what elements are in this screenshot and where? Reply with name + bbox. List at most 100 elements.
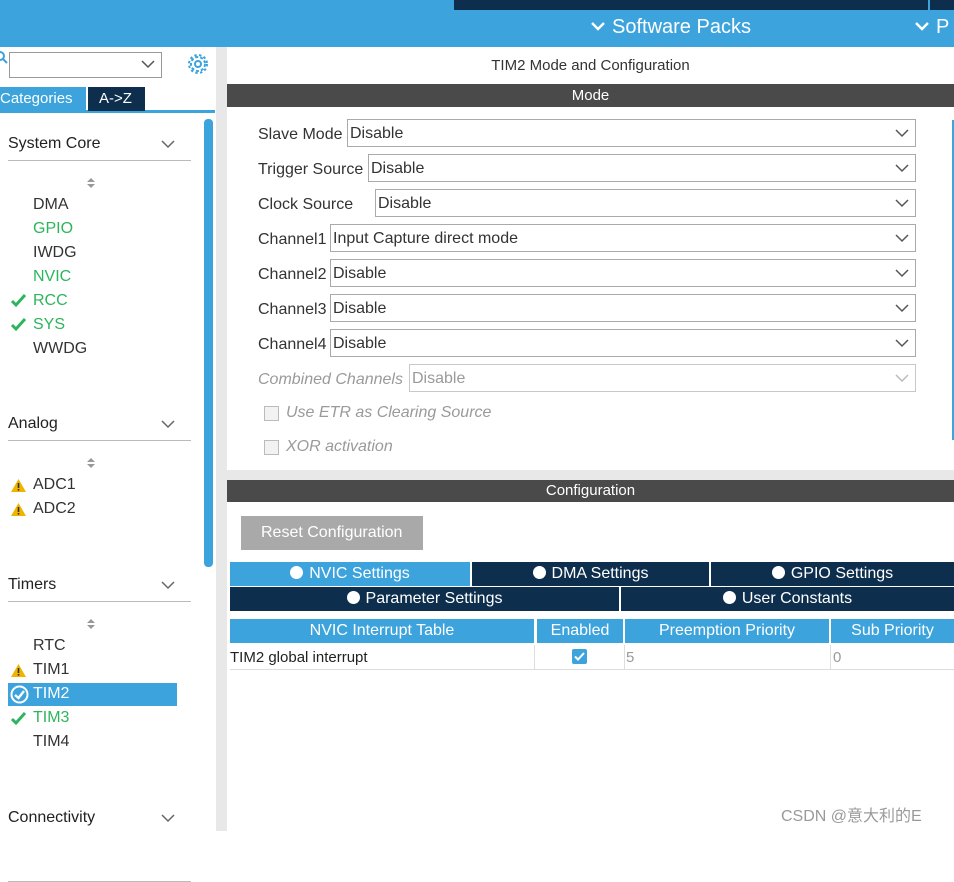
sort-icon[interactable] <box>86 617 96 631</box>
channel2-select[interactable]: Disable <box>330 259 916 287</box>
xor-activation-label: XOR activation <box>286 438 393 455</box>
check-circle-icon <box>10 685 29 704</box>
list-item-nvic[interactable]: NVIC <box>33 268 71 286</box>
chevron-down-icon <box>895 374 909 383</box>
chevron-down-icon <box>161 420 175 429</box>
list-item-gpio[interactable]: GPIO <box>33 220 73 238</box>
tab-categories[interactable]: Categories <box>0 87 86 111</box>
list-item-sys[interactable]: SYS <box>33 316 65 334</box>
column-header-sub-priority[interactable]: Sub Priority <box>831 619 954 643</box>
pinout-menu[interactable]: P <box>914 16 949 39</box>
tab-dma-settings[interactable]: DMA Settings <box>472 562 709 586</box>
channel1-field: Channel1 Input Capture direct mode <box>258 224 918 254</box>
channel3-select[interactable]: Disable <box>330 294 916 322</box>
chevron-down-icon <box>895 199 909 208</box>
column-header-enabled[interactable]: Enabled <box>537 619 623 643</box>
category-system-core[interactable]: System Core <box>8 135 191 161</box>
field-label: Clock Source <box>258 196 354 213</box>
list-item-tim1[interactable]: TIM1 <box>33 661 69 679</box>
channel1-select[interactable]: Input Capture direct mode <box>330 224 916 252</box>
check-circle-icon <box>290 566 304 579</box>
category-connectivity[interactable]: Connectivity <box>8 809 191 831</box>
top-dark-tab[interactable] <box>454 0 954 10</box>
category-analog[interactable]: Analog <box>8 415 191 441</box>
top-divider <box>928 0 930 10</box>
trigger-source-select[interactable]: Disable <box>368 154 916 182</box>
list-item-adc2[interactable]: ADC2 <box>33 500 76 518</box>
tab-label: User Constants <box>741 590 853 607</box>
section-gap <box>227 470 954 480</box>
preemption-cell[interactable]: 5 <box>625 645 831 669</box>
sort-icon[interactable] <box>86 456 96 470</box>
chevron-down-icon <box>591 22 605 31</box>
tab-label: Parameter Settings <box>365 590 503 607</box>
trigger-source-field: Trigger Source Disable <box>258 154 918 184</box>
software-packs-label: Software Packs <box>612 16 751 38</box>
combined-channels-field: Combined Channels Disable <box>258 364 918 394</box>
check-icon <box>10 711 27 726</box>
chevron-down-icon <box>895 129 909 138</box>
pinout-label: P <box>936 16 950 38</box>
left-scrollbar[interactable] <box>204 119 213 567</box>
field-label: Trigger Source <box>258 161 364 178</box>
chevron-down-icon <box>895 339 909 348</box>
list-item-tim3[interactable]: TIM3 <box>33 709 69 727</box>
field-label: Channel3 <box>258 301 327 318</box>
slave-mode-select[interactable]: Disable <box>347 119 916 147</box>
select-value: Disable <box>333 300 387 317</box>
field-label: Slave Mode <box>258 126 343 143</box>
tab-user-constants[interactable]: User Constants <box>621 587 954 611</box>
use-etr-label: Use ETR as Clearing Source <box>286 404 492 421</box>
channel4-field: Channel4 Disable <box>258 329 918 359</box>
reset-configuration-button[interactable]: Reset Configuration <box>241 516 423 550</box>
check-circle-icon <box>771 566 785 579</box>
list-item-adc1[interactable]: ADC1 <box>33 476 76 494</box>
list-item-rcc[interactable]: RCC <box>33 292 68 310</box>
category-timers[interactable]: Timers <box>8 576 191 602</box>
chevron-down-icon <box>895 304 909 313</box>
panel-divider[interactable] <box>216 47 227 831</box>
sub-priority-cell[interactable]: 0 <box>833 645 954 669</box>
channel4-select[interactable]: Disable <box>330 329 916 357</box>
chevron-down-icon <box>895 234 909 243</box>
column-header-preemption[interactable]: Preemption Priority <box>625 619 829 643</box>
software-packs-menu[interactable]: Software Packs <box>590 16 751 39</box>
list-item-tim4[interactable]: TIM4 <box>33 733 69 751</box>
mode-header: Mode <box>227 84 954 107</box>
select-value: Disable <box>412 370 466 387</box>
search-icon[interactable] <box>0 51 9 65</box>
enabled-checkbox[interactable] <box>572 649 587 664</box>
check-icon <box>574 652 585 661</box>
field-label: Channel4 <box>258 336 327 353</box>
chevron-down-icon <box>161 581 175 590</box>
select-value: Disable <box>350 125 404 142</box>
select-value: Disable <box>333 265 387 282</box>
chevron-down-icon <box>141 60 155 69</box>
search-row <box>0 47 215 87</box>
list-item-rtc[interactable]: RTC <box>33 637 66 655</box>
search-input[interactable] <box>9 52 162 78</box>
tab-label: NVIC Settings <box>309 565 410 582</box>
list-item-tim2-selected[interactable]: TIM2 <box>8 683 177 706</box>
check-circle-icon <box>532 566 546 579</box>
tab-a-z[interactable]: A->Z <box>88 87 145 111</box>
use-etr-checkbox[interactable] <box>264 406 279 421</box>
column-header-interrupt[interactable]: NVIC Interrupt Table <box>230 619 534 643</box>
warning-icon <box>11 503 26 516</box>
list-item-wwdg[interactable]: WWDG <box>33 340 87 358</box>
combined-channels-select[interactable]: Disable <box>409 364 916 392</box>
field-label: Combined Channels <box>258 371 403 388</box>
tab-parameter-settings[interactable]: Parameter Settings <box>230 587 619 611</box>
check-icon <box>10 293 27 308</box>
list-item-tim2: TIM2 <box>33 685 70 702</box>
gear-icon[interactable] <box>186 52 210 76</box>
tab-gpio-settings[interactable]: GPIO Settings <box>711 562 954 586</box>
clock-source-select[interactable]: Disable <box>375 189 916 217</box>
xor-activation-checkbox[interactable] <box>264 440 279 455</box>
list-item-iwdg[interactable]: IWDG <box>33 244 77 262</box>
list-item-dma[interactable]: DMA <box>33 196 69 214</box>
slave-mode-field: Slave Mode Disable <box>258 119 918 149</box>
category-label: System Core <box>8 135 101 152</box>
tab-nvic-settings[interactable]: NVIC Settings <box>230 562 470 586</box>
sort-icon[interactable] <box>86 176 96 190</box>
